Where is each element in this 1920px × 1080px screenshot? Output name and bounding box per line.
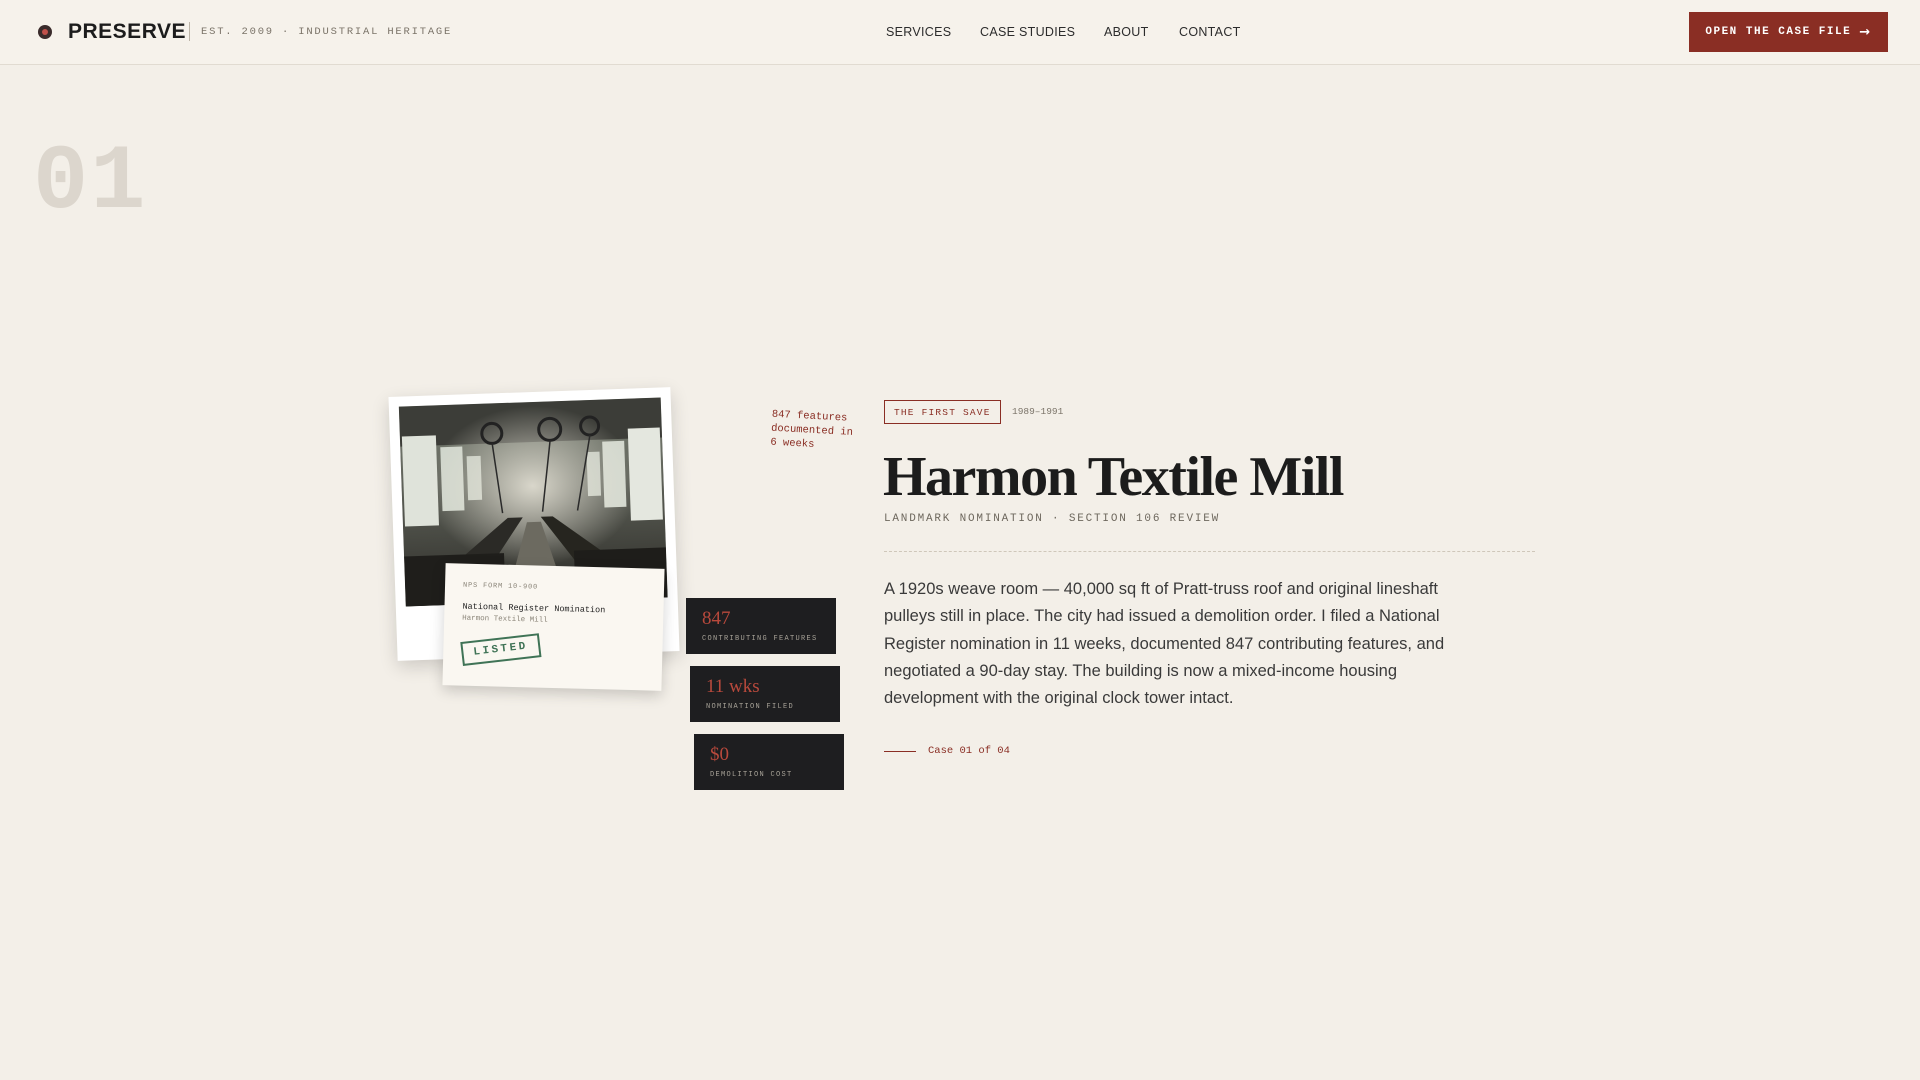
case-counter-rule — [884, 751, 916, 752]
stat-card: $0 DEMOLITION COST — [694, 734, 844, 790]
nav-contact[interactable]: CONTACT — [1179, 25, 1241, 39]
case-title: Harmon Textile Mill — [883, 446, 1344, 508]
dashed-divider — [884, 551, 1535, 552]
brand-divider — [189, 22, 190, 41]
doc-title: National Register Nomination — [462, 601, 606, 616]
brand-tagline: EST. 2009 · INDUSTRIAL HERITAGE — [201, 26, 453, 38]
site-header: PRESERVE EST. 2009 · INDUSTRIAL HERITAGE… — [0, 0, 1920, 65]
stat-value: $0 — [710, 744, 729, 765]
case-badge: THE FIRST SAVE — [884, 400, 1001, 424]
case-subtitle: LANDMARK NOMINATION · SECTION 106 REVIEW — [884, 513, 1221, 525]
margin-note: 847 features documented in 6 weeks — [770, 408, 854, 451]
case-counter: Case 01 of 04 — [928, 745, 1010, 757]
brand-name[interactable]: PRESERVE — [68, 20, 186, 44]
stat-card: 11 wks NOMINATION FILED — [690, 666, 840, 722]
doc-form-number: NPS FORM 10-900 — [462, 581, 539, 592]
doc-subtitle: Harmon Textile Mill — [462, 614, 548, 625]
stat-label: NOMINATION FILED — [706, 703, 795, 711]
case-description: A 1920s weave room — 40,000 sq ft of Pra… — [884, 580, 1445, 708]
stat-value: 847 — [702, 608, 731, 629]
stat-label: DEMOLITION COST — [710, 771, 793, 779]
nav-case-studies[interactable]: CASE STUDIES — [980, 25, 1075, 39]
stat-value: 11 wks — [706, 676, 760, 697]
listed-stamp: LISTED — [460, 633, 542, 666]
open-case-file-button[interactable]: OPEN THE CASE FILE → — [1689, 12, 1888, 52]
cta-label: OPEN THE CASE FILE — [1705, 26, 1852, 38]
stat-label: CONTRIBUTING FEATURES — [702, 635, 818, 643]
arrow-right-icon: → — [1859, 24, 1872, 40]
case-index-number: 01 — [33, 130, 148, 235]
case-years: 1989–1991 — [1012, 406, 1064, 417]
nomination-document-card: NPS FORM 10-900 National Register Nomina… — [442, 563, 665, 691]
logo-icon[interactable] — [38, 25, 52, 39]
stat-card: 847 CONTRIBUTING FEATURES — [686, 598, 836, 654]
nav-about[interactable]: ABOUT — [1104, 25, 1149, 39]
nav-services[interactable]: SERVICES — [886, 25, 951, 39]
